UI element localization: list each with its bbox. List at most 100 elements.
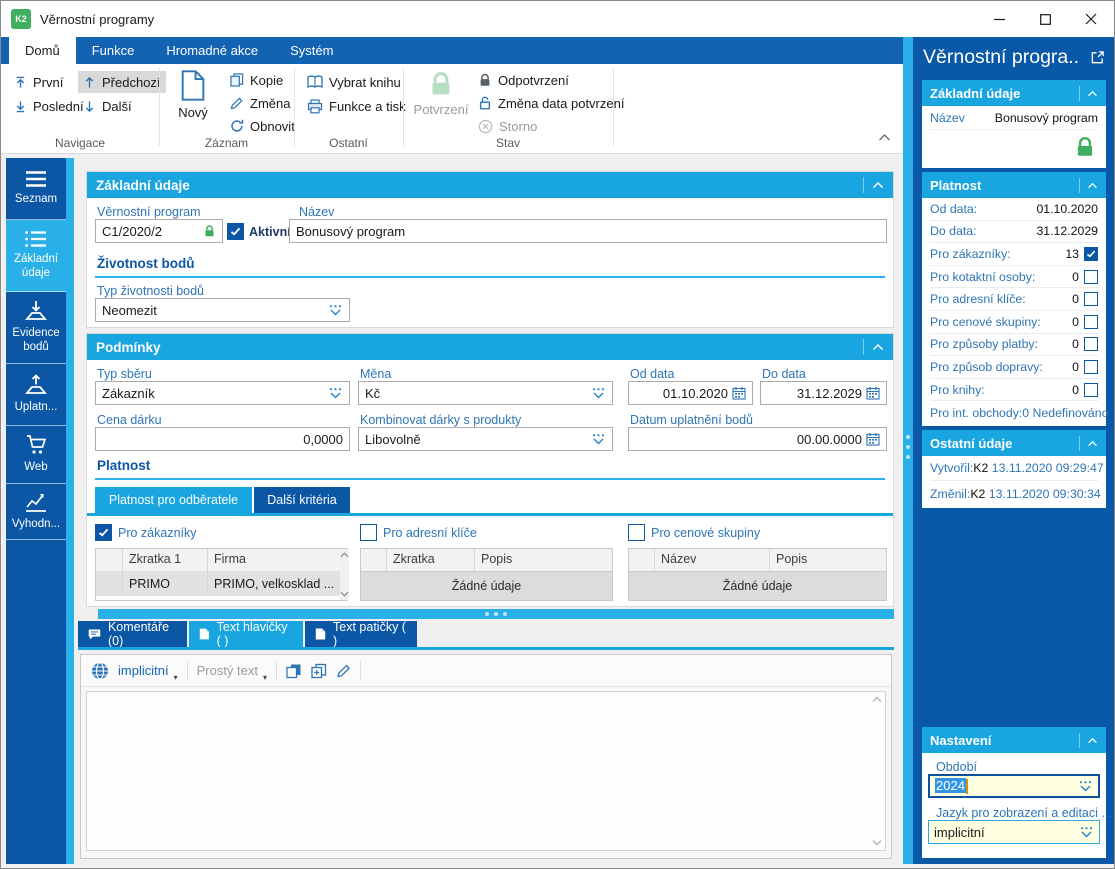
horizontal-splitter[interactable] [98, 609, 894, 619]
tab-footer-text[interactable]: Text patičky ( ) [305, 621, 417, 647]
text-caret [966, 779, 968, 794]
name-field[interactable]: Bonusový program [289, 219, 887, 243]
collapse-icon[interactable] [872, 343, 884, 351]
tab-other-criteria[interactable]: Další kritéria [254, 487, 350, 513]
for-address-keys-label: Pro adresní klíče [383, 526, 477, 540]
collapse-icon[interactable] [872, 181, 884, 189]
scroll-down-icon[interactable] [340, 591, 349, 597]
chart-icon [24, 491, 48, 513]
new-button[interactable]: Nový [167, 70, 219, 120]
sidebar-item-evidence-bodu[interactable]: Evidence bodů [6, 292, 66, 364]
combine-gifts-dropdown[interactable]: Libovolně [358, 427, 613, 451]
period-dropdown[interactable]: 2024 [928, 774, 1100, 798]
rp-checkbox[interactable] [1084, 315, 1098, 329]
select-book-label: Vybrat knihu [329, 75, 401, 90]
no-data-row: Žádné údaje [361, 571, 612, 600]
table-scrollbar[interactable] [340, 549, 349, 600]
currency-value: Kč [365, 386, 591, 401]
functions-print-button[interactable]: Funkce a tisk [302, 95, 411, 117]
change-button[interactable]: Změna [225, 92, 295, 114]
collapse-icon[interactable] [1087, 182, 1098, 189]
select-book-button[interactable]: Vybrat knihu [302, 71, 406, 93]
maximize-button[interactable] [1022, 1, 1068, 37]
points-in-icon [24, 300, 48, 322]
minimize-button[interactable] [976, 1, 1022, 37]
scroll-up-icon[interactable] [340, 552, 349, 558]
arrow-down-icon [83, 100, 96, 113]
tab-system[interactable]: Systém [274, 37, 349, 64]
sidebar-item-uplatneni[interactable]: Uplatn... [6, 364, 66, 426]
collect-type-label: Typ sběru [97, 367, 152, 381]
editor-format-dropdown[interactable]: Prostý text [197, 663, 258, 678]
collect-type-dropdown[interactable]: Zákazník [95, 381, 350, 405]
table-row[interactable]: PRIMO PRIMO, velkosklad ... [96, 571, 340, 596]
cart-icon [24, 434, 48, 456]
program-field-label: Věrnostní program [97, 205, 201, 219]
active-checkbox[interactable] [227, 223, 244, 240]
list-icon [24, 230, 48, 248]
paste-text-icon[interactable] [311, 663, 327, 679]
to-date-field[interactable]: 31.12.2029 [760, 381, 887, 405]
rp-checkbox[interactable] [1084, 270, 1098, 284]
sidebar-item-web[interactable]: Web [6, 426, 66, 484]
rp-checkbox[interactable] [1084, 292, 1098, 306]
tab-validity-customers[interactable]: Platnost pro odběratele [95, 487, 252, 513]
ribbon-collapse-button[interactable] [878, 129, 891, 147]
collapse-icon[interactable] [1087, 90, 1098, 97]
refresh-button[interactable]: Obnovit [225, 115, 300, 137]
close-button[interactable] [1068, 1, 1114, 37]
currency-dropdown[interactable]: Kč [358, 381, 613, 405]
copy-button[interactable]: Kopie [225, 69, 288, 91]
from-date-field[interactable]: 01.10.2020 [628, 381, 753, 405]
tab-comments[interactable]: Komentáře (0) [78, 621, 187, 647]
for-customers-checkbox[interactable] [95, 524, 112, 541]
previous-button[interactable]: Předchozí [78, 71, 166, 93]
for-customers-label: Pro zákazníky [118, 526, 197, 540]
rp-checkbox[interactable] [1084, 360, 1098, 374]
scroll-down-icon[interactable] [872, 839, 882, 846]
rp-row: Do data:31.12.2029 [930, 221, 1098, 244]
sidebar-item-seznam[interactable]: Seznam [6, 158, 66, 220]
rp-basic-title: Základní údaje [930, 86, 1020, 101]
validity-header: Platnost [97, 458, 150, 473]
to-date-label: Do data [762, 367, 806, 381]
rp-checkbox[interactable] [1084, 247, 1098, 261]
copy-text-icon[interactable] [286, 663, 302, 679]
change-confirm-date-button[interactable]: Změna data potvrzení [473, 92, 629, 114]
lock-green-icon [203, 224, 216, 238]
rp-checkbox[interactable] [1084, 383, 1098, 397]
for-price-groups-checkbox[interactable] [628, 524, 645, 541]
confirm-button[interactable]: Potvrzení [411, 70, 471, 117]
points-life-type-dropdown[interactable]: Neomezit [95, 298, 350, 322]
lock-icon [428, 70, 454, 98]
program-field[interactable]: C1/2020/2 [95, 219, 223, 243]
scroll-up-icon[interactable] [872, 696, 882, 703]
last-button[interactable]: Poslední [9, 95, 89, 117]
next-button[interactable]: Další [78, 95, 137, 117]
for-address-keys-checkbox[interactable] [360, 524, 377, 541]
collapse-icon[interactable] [1087, 440, 1098, 447]
rp-checkbox[interactable] [1084, 337, 1098, 351]
tab-header-text[interactable]: Text hlavičky ( ) [189, 621, 303, 647]
language-dropdown[interactable]: implicitní [928, 820, 1100, 844]
rp-row: Pro knihy:0 [930, 379, 1098, 402]
sidebar-item-zakladni-udaje[interactable]: Základní údaje [6, 220, 66, 292]
collapse-icon[interactable] [1087, 737, 1098, 744]
gift-price-field[interactable]: 0,0000 [95, 427, 350, 451]
tab-funkce[interactable]: Funkce [76, 37, 151, 64]
cancel-label: Storno [499, 119, 537, 134]
edit-text-icon[interactable] [336, 663, 351, 678]
points-date-field[interactable]: 00.00.0000 [628, 427, 887, 451]
rp-name-label: Název [930, 111, 965, 125]
first-label: První [33, 75, 63, 90]
external-link-icon[interactable] [1090, 50, 1105, 70]
editor-text-area[interactable] [86, 691, 886, 851]
first-button[interactable]: První [9, 71, 68, 93]
editor-language-dropdown[interactable]: implicitní [118, 663, 169, 678]
tab-hromadne-akce[interactable]: Hromadné akce [150, 37, 274, 64]
sidebar-item-vyhodnoceni[interactable]: Vyhodn... [6, 484, 66, 540]
tab-domu[interactable]: Domů [9, 37, 76, 64]
vertical-splitter[interactable] [903, 37, 913, 864]
cancel-button[interactable]: Storno [473, 115, 542, 137]
unconfirm-button[interactable]: Odpotvrzení [473, 69, 574, 91]
